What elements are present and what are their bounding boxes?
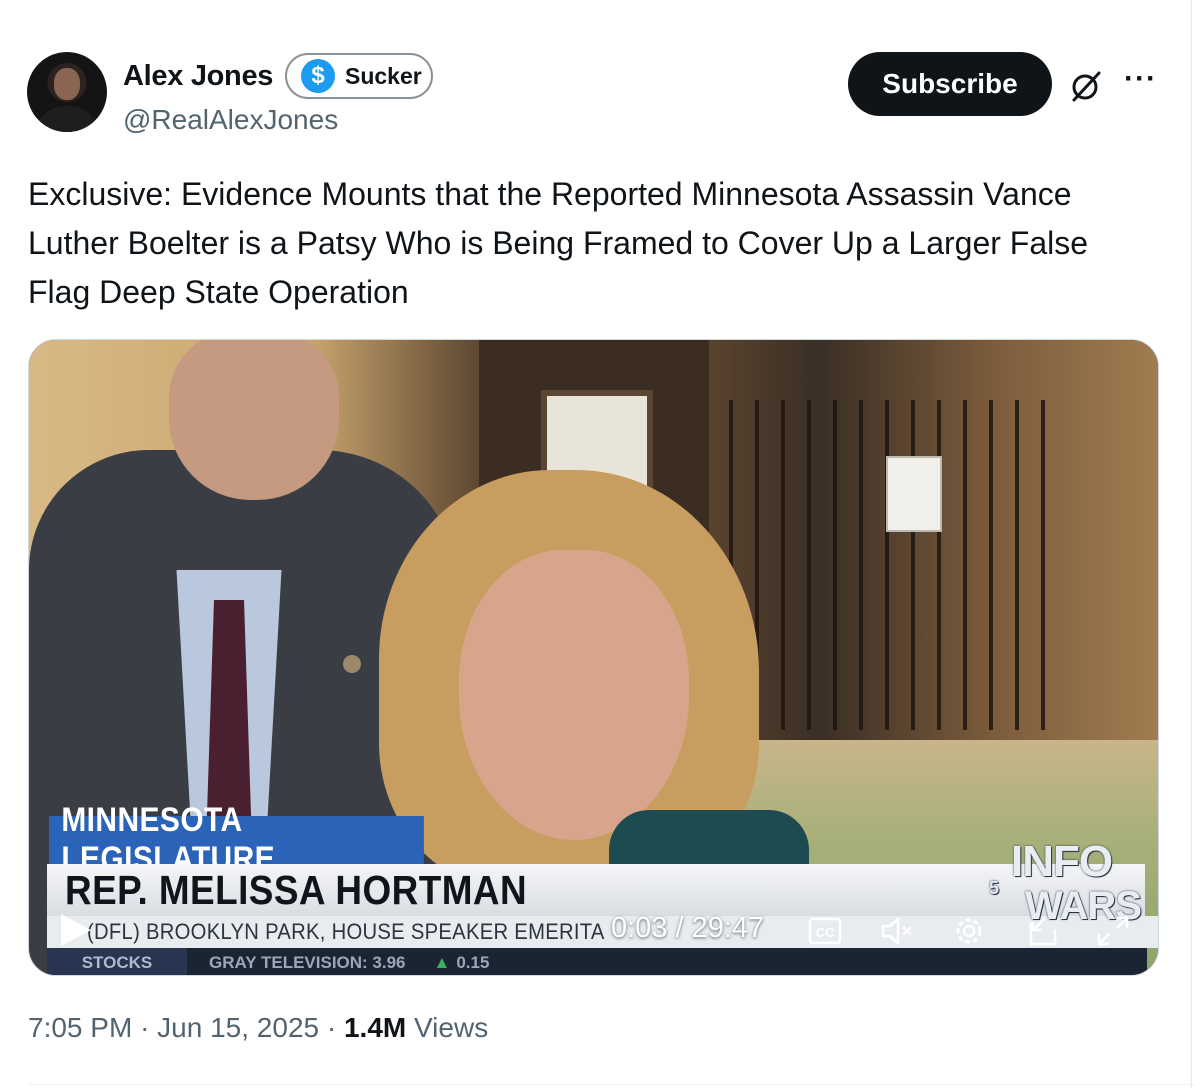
logo-line1: INFO [1011,837,1113,886]
page-edge-rule [1191,0,1192,1088]
subscription-badge[interactable]: $ Sucker [285,53,433,99]
video-gate [729,400,1049,730]
video-man-head [169,340,339,500]
avatar-shoulders [35,106,99,132]
post-time[interactable]: 7:05 PM [28,1012,132,1043]
author-handle[interactable]: @RealAlexJones [123,104,338,136]
fullscreen-icon[interactable] [1095,914,1131,948]
video-time: 0:03 / 29:47 [611,912,765,944]
author-name[interactable]: Alex Jones [123,60,273,93]
post-date[interactable]: Jun 15, 2025 [157,1012,319,1043]
stock-ticker: STOCKS GRAY TELEVISION: 3.96 ▲ 0.15 [47,948,1147,975]
ticker-label: STOCKS [47,948,187,975]
lower-third-main: REP. MELISSA HORTMAN [47,864,1145,916]
lower-third-top: MINNESOTA LEGISLATURE [49,801,424,878]
dollar-coin-icon: $ [301,59,335,93]
grok-icon[interactable] [1068,68,1104,104]
meta-separator-2: · [326,1012,337,1043]
video-paper-sign [886,456,942,532]
cc-icon[interactable]: CC [807,914,843,948]
lower-third-main-text: REP. MELISSA HORTMAN [65,866,528,913]
avatar[interactable] [27,52,107,132]
channel-number: 5 [989,878,999,898]
views-label: Views [414,1012,489,1043]
video-man-pin [343,655,361,673]
video-woman-shirt [609,810,809,870]
avatar-face [54,68,80,100]
video-player[interactable]: MINNESOTA LEGISLATURE REP. MELISSA HORTM… [28,339,1159,976]
badge-label: Sucker [345,62,422,89]
play-icon[interactable] [57,912,93,948]
gear-icon[interactable] [951,914,987,948]
meta-separator: · [140,1012,150,1043]
ticker-quote: GRAY TELEVISION: 3.96 [209,953,406,972]
ticker-change-value: 0.15 [456,953,490,972]
svg-text:CC: CC [816,925,835,940]
video-woman-face [459,550,689,840]
up-triangle-icon: ▲ [433,953,451,972]
tweet-meta: 7:05 PM · Jun 15, 2025 · 1.4M Views [28,1012,488,1044]
lower-third-sub-text: (DFL) BROOKLYN PARK, HOUSE SPEAKER EMERI… [87,919,605,944]
views-count: 1.4M [343,1012,407,1043]
bottom-divider [28,1084,1194,1085]
more-options-icon[interactable]: ··· [1124,62,1157,96]
subscribe-button[interactable]: Subscribe [848,52,1052,116]
tweet-text: Exclusive: Evidence Mounts that the Repo… [28,176,1089,310]
pip-icon[interactable] [1025,914,1061,948]
mute-icon[interactable] [879,914,915,948]
ticker-change: ▲ 0.15 [434,953,490,973]
